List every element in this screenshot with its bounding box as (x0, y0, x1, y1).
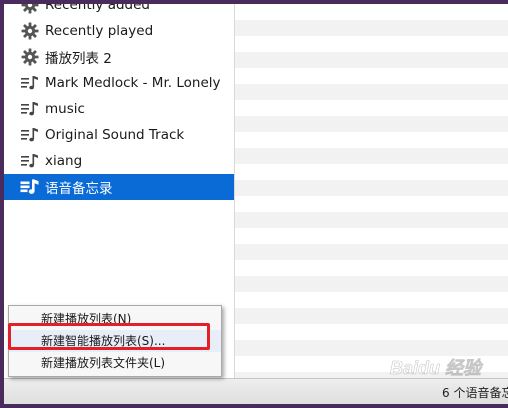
gear-icon (20, 47, 40, 67)
sidebar-item-music[interactable]: music (4, 96, 234, 122)
sidebar-item-label: xiang (45, 153, 83, 169)
sidebar-item-voice-memos[interactable]: 语音备忘录 (4, 174, 234, 200)
context-menu: 新建播放列表(N) 新建智能播放列表(S)... 新建播放列表文件夹(L) (8, 305, 222, 377)
sidebar-item-label: 语音备忘录 (45, 181, 113, 197)
menu-item-new-playlist[interactable]: 新建播放列表(N) (9, 308, 221, 330)
sidebar-item-xiang[interactable]: xiang (4, 148, 234, 174)
sidebar-item-original-sound-track[interactable]: Original Sound Track (4, 122, 234, 148)
playlist-icon (20, 125, 40, 145)
sidebar-item-label: music (45, 101, 85, 117)
menu-item-new-smart-playlist[interactable]: 新建智能播放列表(S)... (9, 330, 221, 352)
sidebar-item-label: Mark Medlock - Mr. Lonely (45, 75, 221, 91)
status-text: 6 个语音备忘 (442, 386, 508, 400)
playlist-list: Recently added Recently played 播放列表 2 Ma… (4, 4, 234, 200)
playlist-icon (20, 73, 40, 93)
gear-icon (20, 21, 40, 41)
sidebar-item-mark-medlock[interactable]: Mark Medlock - Mr. Lonely (4, 70, 234, 96)
sidebar-item-label: 播放列表 2 (45, 51, 112, 67)
sidebar-item-playlist-2[interactable]: 播放列表 2 (4, 44, 234, 70)
sidebar-item-recently-added[interactable]: Recently added (4, 4, 234, 18)
sidebar-item-label: Original Sound Track (45, 127, 185, 143)
sidebar-item-label: Recently played (45, 23, 154, 39)
baidu-watermark: Baidu 经验 (390, 358, 485, 379)
sidebar-item-recently-played[interactable]: Recently played (4, 18, 234, 44)
playlist-icon (20, 151, 40, 171)
playlist-icon (20, 99, 40, 119)
watermark-text: Baidu 经验 (390, 358, 484, 378)
track-list-area[interactable] (235, 4, 508, 378)
playlist-icon (20, 177, 40, 197)
gear-icon (20, 4, 40, 15)
menu-item-new-playlist-folder[interactable]: 新建播放列表文件夹(L) (9, 352, 221, 374)
sidebar-item-label: Recently added (45, 4, 150, 13)
